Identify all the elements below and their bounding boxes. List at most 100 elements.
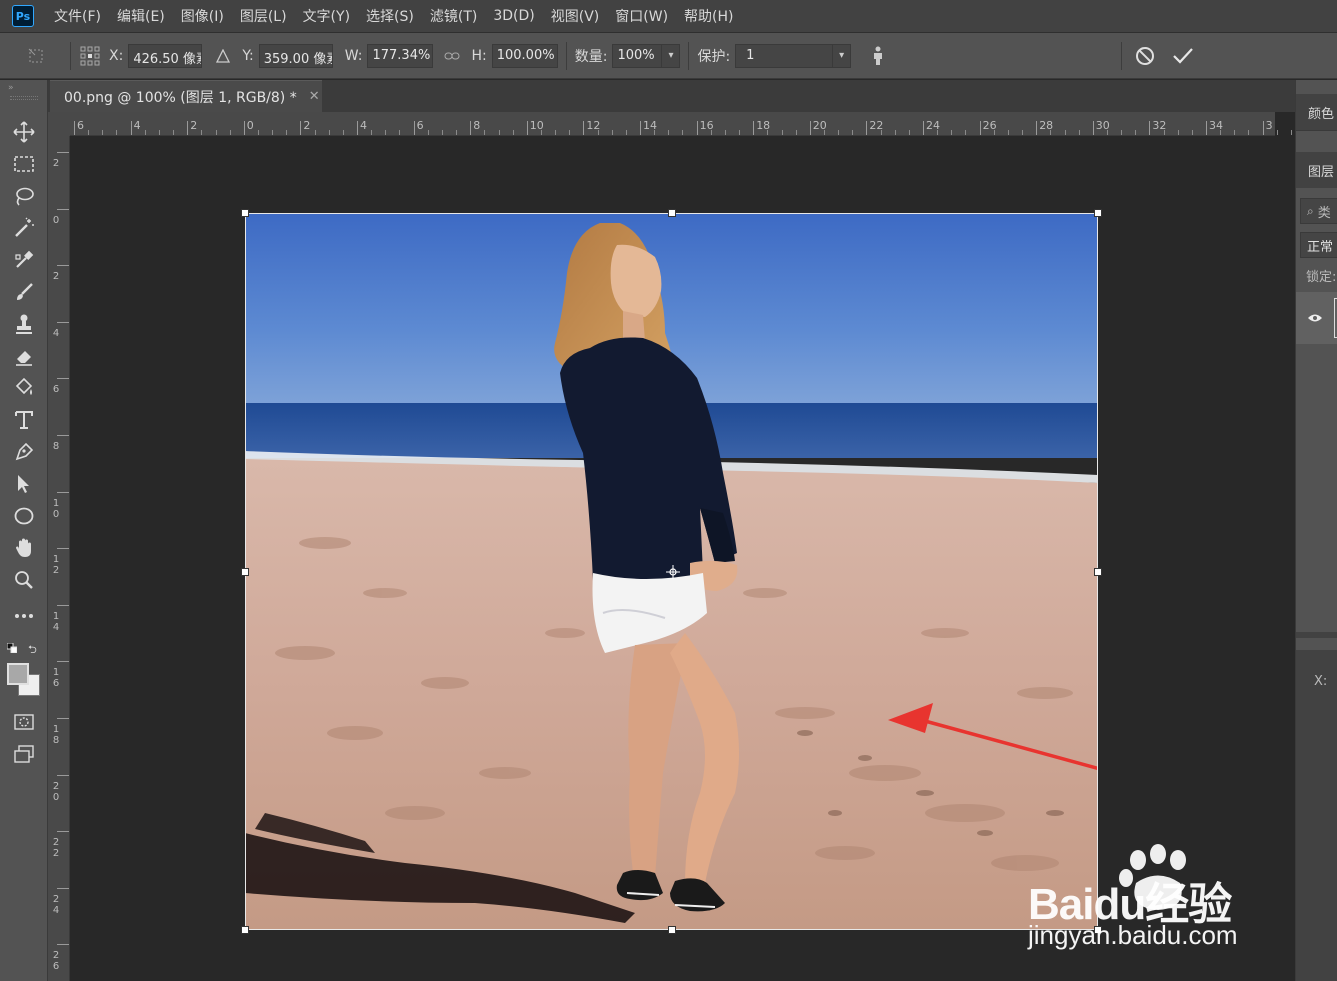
transform-handle[interactable] (1094, 568, 1102, 576)
tab-layers[interactable]: 图层 (1296, 152, 1337, 188)
pen-tool-icon[interactable] (9, 438, 39, 466)
transform-handle[interactable] (241, 209, 249, 217)
ruler-tick (526, 121, 528, 135)
ruler-tick-label: 2 (303, 119, 311, 132)
menu-select[interactable]: 选择(S) (358, 6, 422, 26)
ruler-tick-label: 2 (52, 271, 60, 283)
ruler-tick (300, 121, 302, 135)
photoshop-logo: Ps (12, 5, 34, 27)
amount-field[interactable]: 100% (612, 43, 663, 68)
more-tools-icon[interactable] (9, 602, 39, 630)
chevron-down-icon[interactable]: ▾ (662, 43, 681, 68)
ruler-minor-tick (823, 130, 825, 135)
reference-point-icon[interactable] (79, 45, 101, 67)
layer-row[interactable] (1296, 292, 1337, 344)
ruler-tick-label: 22 (52, 837, 60, 860)
ruler-tick (57, 944, 69, 946)
ruler-tick-label: 8 (52, 441, 60, 452)
cancel-transform-icon[interactable] (1134, 45, 1156, 67)
layer-filter-search[interactable]: ⌕ 类 (1300, 198, 1337, 224)
menu-3d[interactable]: 3D(D) (485, 8, 542, 24)
menu-layer[interactable]: 图层(L) (232, 6, 295, 26)
ruler-tick (57, 548, 69, 550)
transform-handle[interactable] (668, 926, 676, 934)
ruler-minor-tick (399, 130, 401, 135)
panel-gap (1275, 136, 1295, 981)
menu-filter[interactable]: 滤镜(T) (422, 6, 485, 26)
type-tool-icon[interactable] (9, 406, 39, 434)
zoom-tool-icon[interactable] (9, 566, 39, 594)
ruler-corner[interactable] (48, 112, 70, 136)
commit-transform-icon[interactable] (1172, 45, 1194, 67)
screen-mode-icon[interactable] (9, 740, 39, 768)
transform-handle[interactable] (1094, 209, 1102, 217)
menu-window[interactable]: 窗口(W) (607, 6, 676, 26)
swap-colors-icon[interactable]: ⮌ (28, 641, 37, 660)
stamp-tool-icon[interactable] (9, 310, 39, 338)
grip-icon[interactable] (10, 96, 38, 100)
ruler-minor-tick (555, 130, 557, 135)
height-field[interactable]: 100.00% (491, 43, 558, 68)
eyedropper-tool-icon[interactable] (9, 246, 39, 274)
hand-tool-icon[interactable] (9, 534, 39, 562)
collapse-icon[interactable]: » (8, 83, 14, 93)
move-tool-icon[interactable] (9, 118, 39, 146)
ruler-minor-tick (1234, 130, 1236, 135)
ruler-minor-tick (116, 130, 118, 135)
horizontal-ruler[interactable]: 6 4 2 0 2 4 6 8 10 12 14 16 18 20 22 24 26 28 30 32 34 3 (70, 112, 1307, 136)
magic-wand-tool-icon[interactable] (9, 214, 39, 242)
ruler-minor-tick (144, 130, 146, 135)
document-tab[interactable]: 00.png @ 100% (图层 1, RGB/8) * ✕ (50, 80, 322, 112)
ruler-minor-tick (385, 130, 387, 135)
quick-mask-icon[interactable] (9, 708, 39, 736)
ruler-tick-label: 16 (52, 667, 60, 690)
chevron-down-icon[interactable]: ▾ (833, 43, 852, 68)
y-position-field[interactable]: 359.00 像素 (258, 43, 333, 68)
ruler-minor-tick (1177, 130, 1179, 135)
ruler-minor-tick (201, 130, 203, 135)
close-icon[interactable]: ✕ (309, 89, 320, 104)
ruler-tick (57, 661, 69, 663)
menu-help[interactable]: 帮助(H) (676, 6, 741, 26)
foreground-color-swatch[interactable] (7, 663, 29, 685)
marquee-tool-icon[interactable] (9, 150, 39, 178)
x-position-field[interactable]: 426.50 像素 (128, 43, 203, 68)
tab-color[interactable]: 颜色 (1296, 94, 1337, 130)
default-colors-icon[interactable] (6, 642, 18, 654)
ruler-tick (413, 121, 415, 135)
ruler-tick-label: 2 (52, 158, 60, 169)
transform-handle[interactable] (241, 568, 249, 576)
ruler-minor-tick (611, 130, 613, 135)
ruler-tick (1092, 121, 1094, 135)
eraser-tool-icon[interactable] (9, 342, 39, 370)
vertical-ruler[interactable]: 202468101214161820222426 (48, 136, 70, 981)
ellipse-tool-icon[interactable] (9, 502, 39, 530)
path-selection-tool-icon[interactable] (9, 470, 39, 498)
ruler-minor-tick (569, 130, 571, 135)
transform-handle[interactable] (668, 209, 676, 217)
menu-type[interactable]: 文字(Y) (295, 6, 358, 26)
protect-skin-tones-icon[interactable] (867, 45, 889, 67)
blend-mode-select[interactable]: 正常 (1300, 232, 1337, 258)
transform-handle[interactable] (241, 926, 249, 934)
delta-icon[interactable] (212, 45, 234, 67)
transform-tool-icon[interactable] (26, 45, 48, 67)
ruler-minor-tick (314, 130, 316, 135)
reference-point-crosshair-icon[interactable] (666, 565, 680, 579)
menu-file[interactable]: 文件(F) (46, 6, 109, 26)
lasso-tool-icon[interactable] (9, 182, 39, 210)
ruler-minor-tick (1022, 130, 1024, 135)
width-field[interactable]: 177.34% (367, 43, 434, 68)
menu-edit[interactable]: 编辑(E) (109, 6, 173, 26)
protect-select[interactable]: 1 (735, 43, 834, 68)
menu-view[interactable]: 视图(V) (543, 6, 608, 26)
link-icon[interactable] (441, 45, 463, 67)
paint-bucket-tool-icon[interactable] (9, 374, 39, 402)
ruler-tick (1262, 121, 1264, 135)
ruler-minor-tick (1191, 130, 1193, 135)
brush-tool-icon[interactable] (9, 278, 39, 306)
menu-image[interactable]: 图像(I) (173, 6, 232, 26)
watermark-url: jingyan.baidu.com (1028, 920, 1238, 950)
ruler-minor-tick (1078, 130, 1080, 135)
eye-icon[interactable] (1307, 312, 1323, 327)
